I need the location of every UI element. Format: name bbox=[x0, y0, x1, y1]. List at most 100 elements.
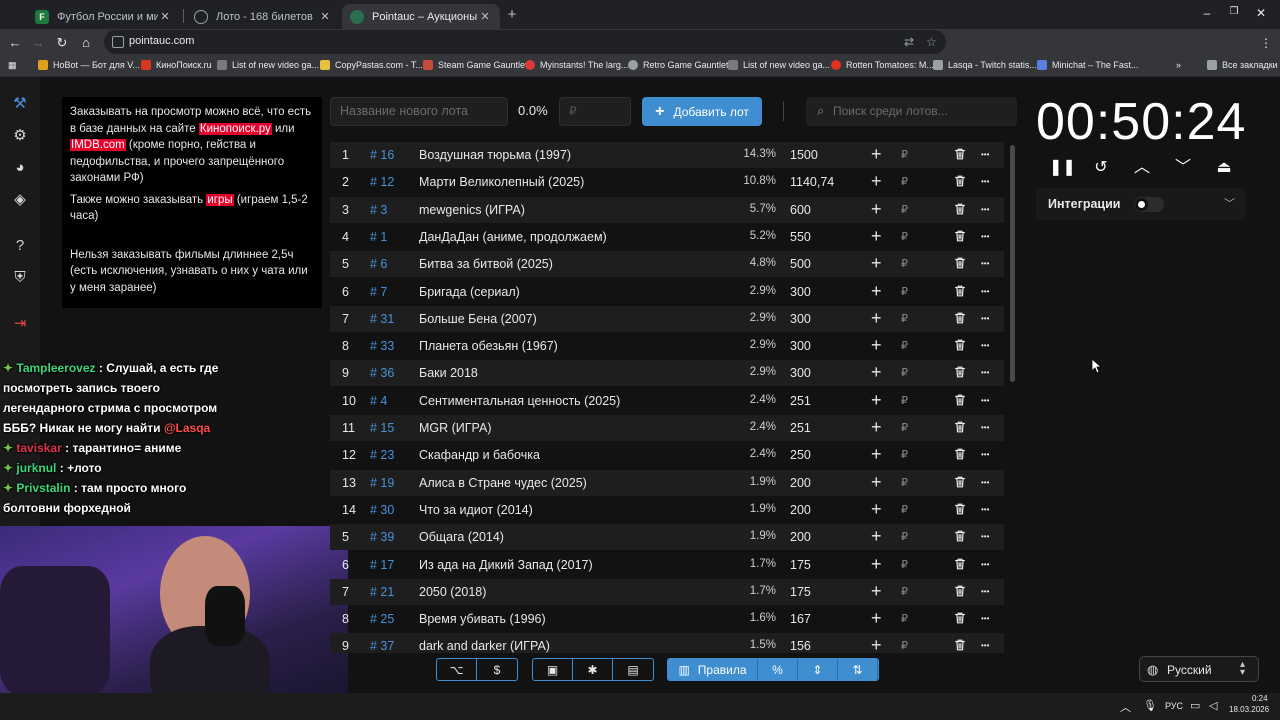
trash-icon[interactable] bbox=[953, 393, 969, 409]
lot-name[interactable]: Скафандр и бабочка bbox=[419, 448, 540, 462]
compress-icon[interactable]: ⇕ bbox=[798, 659, 838, 680]
lot-row[interactable]: 3 # 3 mewgenics (ИГРА) 5.7% 600 + ₽ ••• bbox=[330, 196, 1004, 223]
lot-amount-input[interactable]: ₽ bbox=[901, 285, 908, 298]
percent-toggle-button[interactable]: % bbox=[758, 659, 798, 680]
trash-icon[interactable] bbox=[953, 256, 969, 272]
add-amount-icon[interactable]: + bbox=[871, 635, 882, 653]
translate-icon[interactable]: ⇄ bbox=[904, 35, 914, 49]
lot-name[interactable]: Общага (2014) bbox=[419, 530, 504, 544]
bookmark-item[interactable]: КиноПоиск.ru bbox=[141, 60, 212, 70]
more-options-icon[interactable]: ••• bbox=[981, 423, 989, 432]
reset-icon[interactable]: ↺ bbox=[1090, 157, 1112, 179]
lot-amount[interactable]: 200 bbox=[790, 503, 811, 517]
add-amount-icon[interactable]: + bbox=[871, 444, 882, 464]
more-options-icon[interactable]: ••• bbox=[981, 587, 989, 596]
more-options-icon[interactable]: ••• bbox=[981, 396, 989, 405]
lot-row[interactable]: 5 # 6 Битва за битвой (2025) 4.8% 500 + ₽ ••• bbox=[330, 251, 1004, 278]
lot-row[interactable]: 1 # 16 Воздушная тюрьма (1997) 14.3% 1500 + ₽ •… bbox=[330, 142, 1004, 168]
chevron-up-icon[interactable]: ︿ bbox=[1131, 157, 1153, 179]
add-amount-icon[interactable]: + bbox=[871, 335, 882, 355]
lot-amount[interactable]: 251 bbox=[790, 421, 811, 435]
trash-icon[interactable] bbox=[953, 611, 969, 627]
imdb-link[interactable]: IMDB.com bbox=[70, 139, 126, 151]
eject-icon[interactable]: ⏏ bbox=[1213, 157, 1235, 179]
lot-amount-input[interactable]: ₽ bbox=[901, 257, 908, 270]
lot-amount[interactable]: 200 bbox=[790, 530, 811, 544]
lot-amount[interactable]: 251 bbox=[790, 394, 811, 408]
lot-amount-input[interactable]: ₽ bbox=[901, 394, 908, 407]
site-info-icon[interactable] bbox=[112, 36, 124, 48]
github-icon[interactable]: ⌥ bbox=[437, 659, 477, 680]
close-tab-icon[interactable]: ✕ bbox=[158, 10, 172, 23]
address-bar[interactable]: pointauc.com ⇄ ☆ bbox=[104, 30, 946, 54]
trash-icon[interactable] bbox=[953, 420, 969, 436]
new-lot-amount-input[interactable]: ₽ bbox=[559, 97, 631, 126]
lot-name[interactable]: Алиса в Стране чудес (2025) bbox=[419, 476, 587, 490]
menu-dots-icon[interactable]: ⋮ bbox=[1257, 34, 1275, 52]
network-icon[interactable]: ▭ bbox=[1190, 699, 1200, 712]
help-icon[interactable]: ? bbox=[10, 236, 30, 256]
add-amount-icon[interactable]: + bbox=[871, 362, 882, 382]
add-amount-icon[interactable]: + bbox=[871, 499, 882, 519]
more-options-icon[interactable]: ••• bbox=[981, 614, 989, 623]
forward-arrow-icon[interactable]: → bbox=[29, 34, 47, 52]
trash-icon[interactable] bbox=[953, 229, 969, 245]
minimize-icon[interactable]: – bbox=[1197, 6, 1217, 20]
lot-name[interactable]: Из ада на Дикий Запад (2017) bbox=[419, 558, 593, 572]
trash-icon[interactable] bbox=[953, 284, 969, 300]
lot-amount[interactable]: 300 bbox=[790, 366, 811, 380]
lot-amount-input[interactable]: ₽ bbox=[901, 203, 908, 216]
keyboard-language[interactable]: РУС bbox=[1165, 701, 1183, 711]
lot-amount[interactable]: 200 bbox=[790, 476, 811, 490]
lot-row[interactable]: 8 # 25 Время убивать (1996) 1.6% 167 + ₽ ••• bbox=[330, 606, 1004, 632]
lots-scrollbar[interactable] bbox=[1010, 145, 1015, 382]
add-amount-icon[interactable]: + bbox=[871, 581, 882, 601]
new-tab-button[interactable]: + bbox=[503, 6, 521, 24]
trash-icon[interactable] bbox=[953, 447, 969, 463]
add-amount-icon[interactable]: + bbox=[871, 281, 882, 301]
more-options-icon[interactable]: ••• bbox=[981, 532, 989, 541]
bookmark-item[interactable]: List of new video ga... bbox=[217, 60, 319, 70]
integrations-panel[interactable]: Интеграции ﹀ bbox=[1036, 188, 1246, 220]
lot-name[interactable]: Бригада (сериал) bbox=[419, 285, 520, 299]
more-options-icon[interactable]: ••• bbox=[981, 232, 989, 241]
pause-icon[interactable]: ❚❚ bbox=[1049, 157, 1076, 179]
lot-row[interactable]: 7 # 21 2050 (2018) 1.7% 175 + ₽ ••• bbox=[330, 578, 1004, 605]
lot-row[interactable]: 10 # 4 Сентиментальная ценность (2025) 2.4%… bbox=[330, 388, 1004, 414]
lot-search-input[interactable]: ⌕ Поиск среди лотов... bbox=[806, 97, 1017, 126]
add-amount-icon[interactable]: + bbox=[871, 526, 882, 546]
back-arrow-icon[interactable]: ← bbox=[6, 34, 24, 52]
more-options-icon[interactable]: ••• bbox=[981, 341, 989, 350]
apps-grid-icon[interactable]: ▦ bbox=[8, 60, 17, 71]
more-options-icon[interactable]: ••• bbox=[981, 450, 989, 459]
trash-icon[interactable] bbox=[953, 174, 969, 190]
lot-row[interactable]: 14 # 30 Что за идиот (2014) 1.9% 200 + ₽ ••• bbox=[330, 497, 1004, 523]
more-options-icon[interactable]: ••• bbox=[981, 314, 989, 323]
kinopoisk-link[interactable]: Кинопоиск.ру bbox=[198, 122, 272, 135]
lot-name[interactable]: ДанДаДан (аниме, продолжаем) bbox=[419, 230, 607, 244]
lot-amount-input[interactable]: ₽ bbox=[901, 530, 908, 543]
lot-row[interactable]: 9 # 37 dark and darker (ИГРА) 1.5% 156 + ₽ ••• bbox=[330, 633, 1004, 653]
add-amount-icon[interactable]: + bbox=[871, 390, 882, 410]
trash-icon[interactable] bbox=[953, 529, 969, 545]
add-amount-icon[interactable]: + bbox=[871, 472, 882, 492]
more-options-icon[interactable]: ••• bbox=[981, 505, 989, 514]
add-amount-icon[interactable]: + bbox=[871, 144, 882, 164]
bookmark-star-icon[interactable]: ☆ bbox=[926, 35, 937, 49]
lot-amount-input[interactable]: ₽ bbox=[901, 148, 908, 161]
chevron-down-icon[interactable]: ﹀ bbox=[1224, 195, 1235, 211]
lot-row[interactable]: 13 # 19 Алиса в Стране чудес (2025) 1.9% 200… bbox=[330, 469, 1004, 496]
tab-football[interactable]: F Футбол России и мира 2026 - ✕ bbox=[27, 4, 180, 29]
lot-name[interactable]: Марти Великолепный (2025) bbox=[419, 175, 584, 189]
lot-name[interactable]: Планета обезьян (1967) bbox=[419, 339, 558, 353]
lot-amount[interactable]: 156 bbox=[790, 639, 811, 653]
games-link[interactable]: игры bbox=[206, 193, 234, 206]
lot-amount-input[interactable]: ₽ bbox=[901, 448, 908, 461]
more-options-icon[interactable]: ••• bbox=[981, 150, 989, 159]
add-amount-icon[interactable]: + bbox=[871, 308, 882, 328]
more-options-icon[interactable]: ••• bbox=[981, 560, 989, 569]
more-options-icon[interactable]: ••• bbox=[981, 205, 989, 214]
rules-button[interactable]: ▥ Правила bbox=[668, 659, 758, 680]
lot-amount-input[interactable]: ₽ bbox=[901, 558, 908, 571]
chevron-down-icon[interactable]: ﹀ bbox=[1172, 157, 1194, 179]
